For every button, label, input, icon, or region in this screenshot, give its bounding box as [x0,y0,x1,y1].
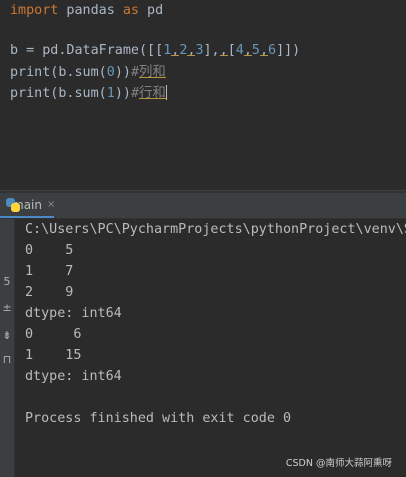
code-line-2: b = pd.DataFrame([[1,2,3],,[4,5,6]]) [10,41,300,61]
run-console-output[interactable]: C:\Users\PC\PycharmProjects\pythonProjec… [15,219,406,477]
code-line-1: import pandas as pd [10,1,163,21]
comment-hash: # [130,86,139,101]
run-tab-main[interactable]: main × [0,193,55,218]
console-line: 0 5 [25,243,74,258]
comment-hash: # [130,65,139,80]
number: 6 [268,43,277,58]
code-editor[interactable]: import pandas as pd b = pd.DataFrame([[1… [0,0,406,190]
number: 5 [251,43,260,58]
code-text: print(b.sum( [10,86,107,101]
comma: , [259,43,268,58]
comma: , [171,43,180,58]
comment-text: 行和 [139,86,166,101]
number: 0 [106,65,115,80]
console-line: dtype: int64 [25,306,122,321]
console-line: Process finished with exit code 0 [25,411,292,426]
alias-name: pd [139,3,164,18]
console-line: 1 7 [25,264,74,279]
console-line: 0 6 [25,327,82,342]
code-line-3: print(b.sum(0))#列和 [10,63,166,83]
code-line-4: print(b.sum(1))#行和 [10,84,167,104]
console-line: C:\Users\PC\PycharmProjects\pythonProjec… [25,222,406,237]
code-text: ]]) [276,43,301,58]
run-tool-window-header: main × [0,193,406,219]
console-line: dtype: int64 [25,369,122,384]
comma: , [243,43,252,58]
code-text: )) [114,65,131,80]
close-icon[interactable]: × [47,199,55,210]
watermark-text: CSDN @南师大蒜阿熏呀 [285,458,392,469]
code-text: b = pd.DataFrame([[ [10,43,164,58]
number: 4 [235,43,244,58]
comma: , [219,43,228,58]
comma: , [187,43,196,58]
comment-text: 列和 [139,65,166,80]
code-text: print(b.sum( [10,65,107,80]
keyword-import: import [10,3,59,18]
module-name: pandas [58,3,123,18]
print-icon[interactable]: ⊓ [0,353,14,366]
scroll-to-end-icon[interactable]: ⇟ [0,329,14,342]
step-icon[interactable]: ± [0,301,14,314]
code-text: )) [114,86,131,101]
console-line: 1 15 [25,348,82,363]
run-side-toolbar: 5 ± ⇟ ⊓ [0,219,15,477]
number: 1 [106,86,115,101]
number: 3 [195,43,204,58]
code-text: ], [203,43,220,58]
keyword-as: as [122,3,139,18]
code-text: [ [227,43,236,58]
rerun-icon[interactable]: 5 [0,275,14,288]
console-line: 2 9 [25,285,74,300]
